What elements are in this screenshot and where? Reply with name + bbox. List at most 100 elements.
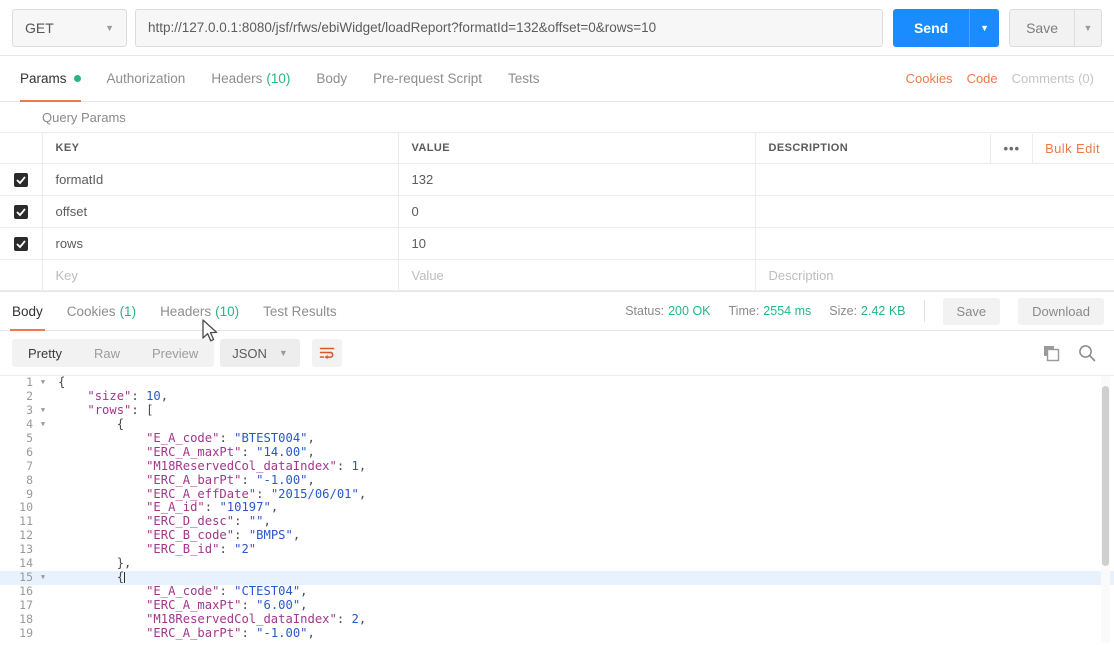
row-value[interactable]: 10 bbox=[398, 227, 756, 260]
code-token: , bbox=[160, 388, 169, 403]
row-key[interactable]: formatId bbox=[42, 163, 399, 196]
table-row-empty[interactable]: Key Value Description bbox=[0, 259, 1114, 291]
code-line[interactable]: 18 "M18ReservedCol_dataIndex": 2, bbox=[0, 612, 1114, 627]
query-params-table: KEY VALUE DESCRIPTION ••• Bulk Edit form… bbox=[0, 132, 1114, 291]
tab-params[interactable]: Params bbox=[20, 56, 81, 102]
row-checkbox-cell bbox=[0, 163, 43, 196]
code-line[interactable]: 9 "ERC_A_effDate": "2015/06/01", bbox=[0, 486, 1114, 502]
view-raw[interactable]: Raw bbox=[78, 339, 136, 367]
word-wrap-toggle[interactable] bbox=[311, 339, 342, 367]
table-row[interactable]: offset 0 bbox=[0, 195, 1114, 228]
code-line[interactable]: 19 "ERC_A_barPt": "-1.00", bbox=[0, 626, 1114, 641]
code-line[interactable]: 10 "E_A_id": "10197", bbox=[0, 500, 1114, 515]
code-line[interactable]: 8 "ERC_A_barPt": "-1.00", bbox=[0, 473, 1114, 488]
row-description[interactable] bbox=[755, 163, 1114, 196]
code-line[interactable]: 2 "size": 10, bbox=[0, 388, 1114, 404]
fold-toggle-icon[interactable]: ▼ bbox=[36, 571, 50, 585]
response-tab-body[interactable]: Body bbox=[10, 291, 45, 331]
request-url-bar: GET ▼ http://127.0.0.1:8080/jsf/rfws/ebi… bbox=[0, 0, 1114, 56]
fold-toggle-icon[interactable]: ▼ bbox=[36, 376, 50, 390]
view-preview[interactable]: Preview bbox=[136, 339, 214, 367]
code-line[interactable]: 4 ▼ { bbox=[0, 417, 1114, 432]
code-token: "10197" bbox=[219, 500, 271, 515]
tab-label: Params bbox=[20, 71, 67, 86]
row-key[interactable]: offset bbox=[42, 195, 399, 228]
tab-body[interactable]: Body bbox=[316, 56, 347, 102]
row-checkbox-cell bbox=[0, 259, 43, 291]
code-line[interactable]: 15 ▼ { bbox=[0, 570, 1114, 586]
response-tab-test-results[interactable]: Test Results bbox=[261, 291, 339, 331]
response-body-code-viewer[interactable]: 1 ▼{2 "size": 10, 3 ▼ "rows": [4 ▼ {5 "E_A_c… bbox=[0, 375, 1114, 643]
code-line[interactable]: 6 "ERC_A_maxPt": "14.00", bbox=[0, 444, 1114, 460]
row-value[interactable]: 132 bbox=[398, 163, 756, 196]
code-line[interactable]: 5 "E_A_code": "BTEST004", bbox=[0, 430, 1114, 446]
tab-tests[interactable]: Tests bbox=[508, 56, 540, 102]
body-toolbar-actions bbox=[1043, 344, 1102, 362]
row-key[interactable]: rows bbox=[42, 227, 399, 260]
code-token: "rows" bbox=[87, 402, 132, 417]
code-token: : bbox=[256, 486, 271, 501]
code-token: : bbox=[241, 444, 257, 459]
indent-guide bbox=[58, 473, 146, 487]
code-link[interactable]: Code bbox=[967, 71, 998, 86]
body-format-select[interactable]: JSON ▼ bbox=[220, 339, 300, 367]
chevron-down-icon: ▼ bbox=[105, 22, 114, 33]
tab-pre-request-script[interactable]: Pre-request Script bbox=[373, 56, 482, 102]
code-token: "2" bbox=[234, 542, 257, 557]
code-line[interactable]: 1 ▼ { bbox=[0, 376, 1114, 390]
indent-guide bbox=[58, 500, 146, 514]
row-description[interactable] bbox=[755, 195, 1114, 228]
save-options-caret[interactable]: ▼ bbox=[1074, 8, 1102, 47]
copy-button[interactable] bbox=[1043, 345, 1060, 362]
send-options-caret[interactable]: ▼ bbox=[969, 8, 1000, 47]
new-key-input[interactable]: Key bbox=[42, 259, 399, 291]
search-button[interactable] bbox=[1078, 344, 1096, 362]
row-checkbox[interactable] bbox=[13, 236, 28, 251]
time-label: Time: bbox=[728, 304, 760, 318]
table-row[interactable]: formatId 132 bbox=[0, 163, 1114, 196]
http-method-select[interactable]: GET ▼ bbox=[12, 8, 127, 47]
code-token: : bbox=[219, 430, 235, 445]
indent-guide bbox=[58, 528, 146, 542]
row-checkbox[interactable] bbox=[13, 204, 28, 219]
tab-authorization[interactable]: Authorization bbox=[107, 56, 186, 102]
row-checkbox[interactable] bbox=[13, 172, 28, 187]
tab-count: (1) bbox=[119, 303, 137, 319]
bulk-edit-link[interactable]: Bulk Edit bbox=[1032, 133, 1114, 163]
code-line[interactable]: 14 }, bbox=[0, 556, 1114, 571]
row-description[interactable] bbox=[755, 227, 1114, 260]
code-line[interactable]: 16 "E_A_code": "CTEST04", bbox=[0, 584, 1114, 599]
code-line[interactable]: 12 "ERC_B_code": "BMPS", bbox=[0, 528, 1114, 543]
fold-toggle-icon[interactable]: ▼ bbox=[36, 404, 50, 418]
vertical-scrollbar-thumb[interactable] bbox=[1102, 386, 1109, 566]
code-line[interactable]: 7 "M18ReservedCol_dataIndex": 1, bbox=[0, 459, 1114, 474]
more-options-icon[interactable]: ••• bbox=[990, 133, 1032, 163]
row-value[interactable]: 0 bbox=[398, 195, 756, 228]
response-tab-headers[interactable]: Headers (10) bbox=[158, 291, 241, 331]
response-tab-cookies[interactable]: Cookies (1) bbox=[65, 291, 138, 331]
view-pretty[interactable]: Pretty bbox=[12, 339, 78, 367]
tab-headers[interactable]: Headers (10) bbox=[211, 56, 290, 102]
code-line[interactable]: 17 "ERC_A_maxPt": "6.00", bbox=[0, 598, 1114, 613]
save-button[interactable]: Save bbox=[1009, 8, 1074, 47]
indent-guide bbox=[58, 445, 146, 459]
code-token: : bbox=[234, 528, 249, 543]
new-description-input[interactable]: Description bbox=[755, 259, 1114, 291]
comments-link[interactable]: Comments (0) bbox=[1012, 71, 1094, 86]
code-token: , bbox=[358, 486, 367, 501]
new-value-input[interactable]: Value bbox=[398, 259, 756, 291]
fold-toggle-icon[interactable]: ▼ bbox=[36, 418, 50, 432]
code-text: "ERC_D_desc": "", bbox=[50, 514, 271, 529]
code-line[interactable]: 13 "ERC_B_id": "2" bbox=[0, 542, 1114, 557]
code-line[interactable]: 11 "ERC_D_desc": "", bbox=[0, 514, 1114, 529]
header-description: DESCRIPTION ••• Bulk Edit bbox=[755, 132, 1114, 164]
download-response-button[interactable]: Download bbox=[1018, 297, 1104, 325]
response-tab-bar: Body Cookies (1) Headers (10) Test Resul… bbox=[0, 291, 1114, 331]
save-response-button[interactable]: Save bbox=[942, 297, 1001, 325]
table-row[interactable]: rows 10 bbox=[0, 227, 1114, 260]
send-button[interactable]: Send bbox=[893, 8, 970, 47]
request-url-input[interactable]: http://127.0.0.1:8080/jsf/rfws/ebiWidget… bbox=[135, 8, 884, 47]
cookies-link[interactable]: Cookies bbox=[906, 71, 953, 86]
code-line[interactable]: 3 ▼ "rows": [ bbox=[0, 402, 1114, 418]
code-text: "ERC_A_barPt": "-1.00", bbox=[50, 626, 315, 641]
